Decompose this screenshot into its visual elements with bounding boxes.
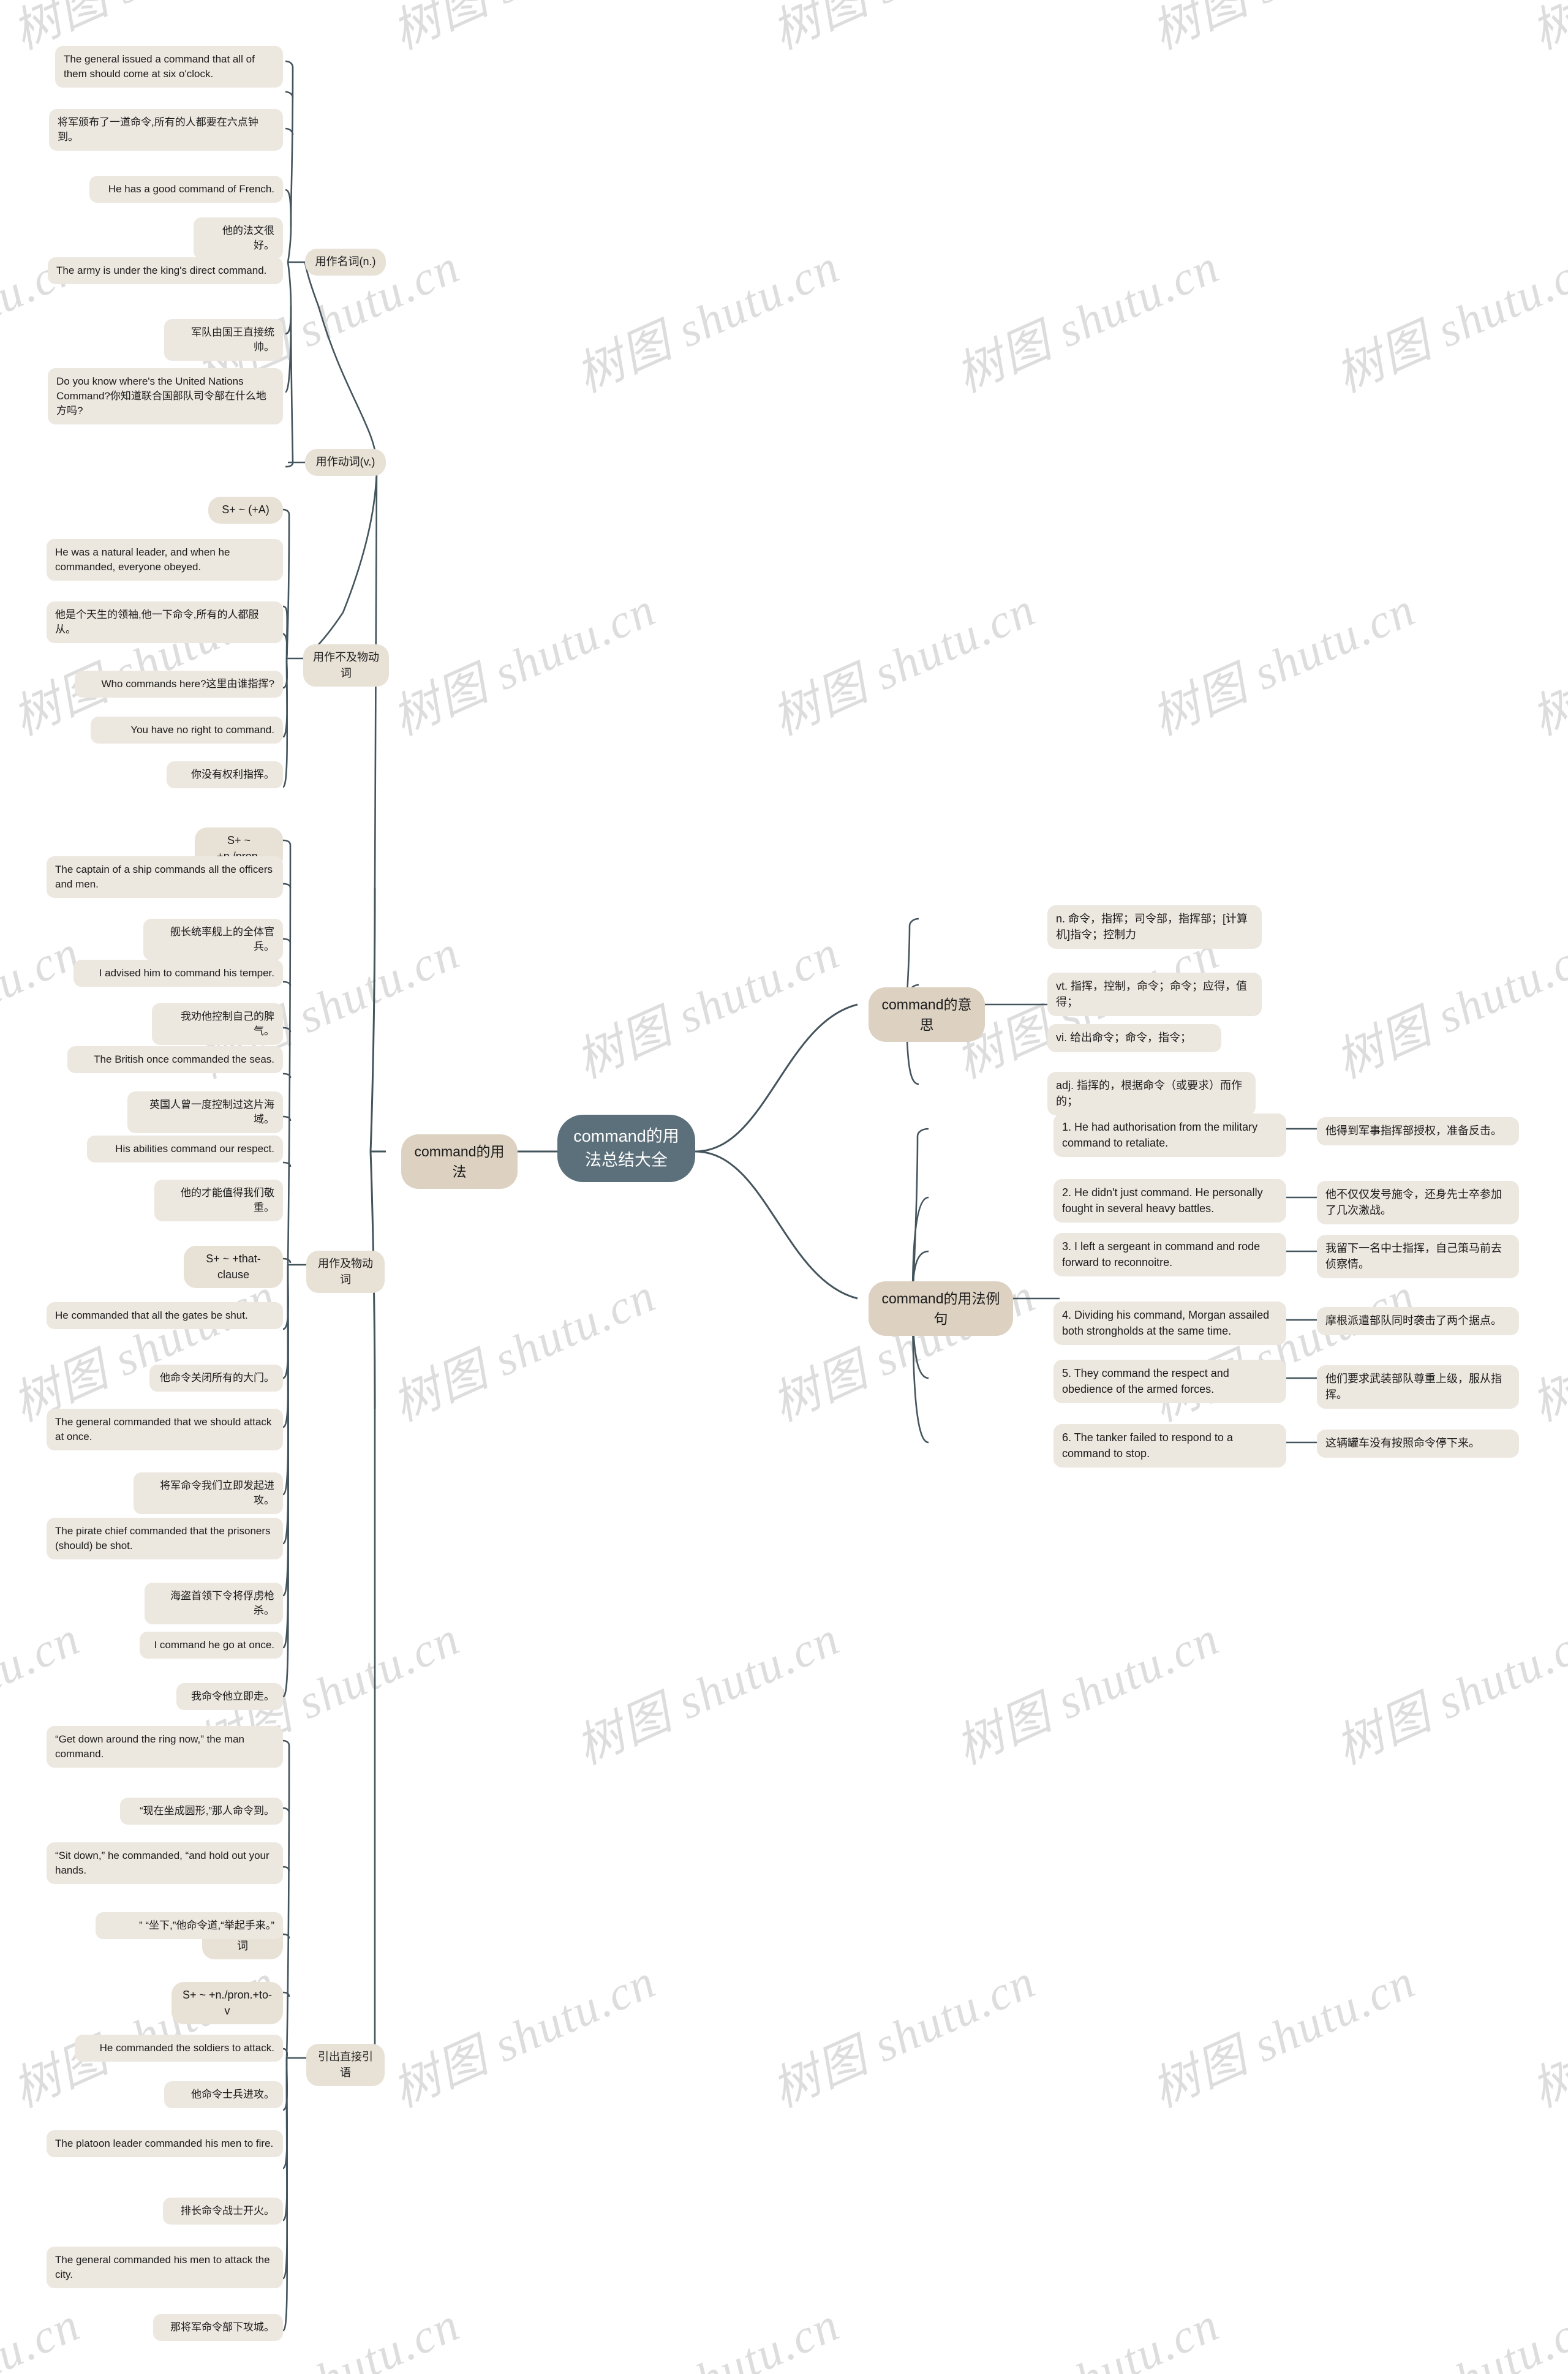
example-zh-2[interactable]: 他不仅仅发号施令，还身先士卒参加了几次激战。 bbox=[1317, 1181, 1519, 1225]
leaf-intrans-en-1[interactable]: He was a natural leader, and when he com… bbox=[47, 539, 283, 581]
leaf-trans-np-zh-2[interactable]: 我劝他控制自己的脾气。 bbox=[152, 1003, 283, 1046]
leaf-quote-en-2[interactable]: “Sit down,” he commanded, “and hold out … bbox=[47, 1842, 283, 1885]
leaf-trans-np-en-2[interactable]: I advised him to command his temper. bbox=[74, 960, 283, 987]
leaf-objcomp-zh-1[interactable]: 他命令士兵进攻。 bbox=[164, 2081, 283, 2109]
example-en-3[interactable]: 3. I left a sergeant in command and rode… bbox=[1054, 1233, 1286, 1277]
mindmap-canvas: 树图 shutu.cn树图 shutu.cn树图 shutu.cn树图 shut… bbox=[0, 0, 1568, 2374]
pattern-s-tilde-a[interactable]: S+ ~ (+A) bbox=[208, 497, 283, 524]
category-verb[interactable]: 用作动词(v.) bbox=[305, 449, 386, 476]
category-intransitive[interactable]: 用作不及物动词 bbox=[303, 644, 389, 687]
leaf-trans-np-zh-1[interactable]: 舰长统率舰上的全体官兵。 bbox=[143, 919, 283, 961]
leaf-quote-zh-2[interactable]: ” “坐下,”他命令道,“举起手来。” bbox=[96, 1912, 283, 1940]
pattern-s-tilde-n-pron-to-v[interactable]: S+ ~ +n./pron.+to-v bbox=[172, 1982, 283, 2025]
leaf-trans-that-zh-3[interactable]: 海盗首领下令将俘虏枪杀。 bbox=[145, 1583, 283, 1625]
leaf-intrans-en-3[interactable]: You have no right to command. bbox=[91, 717, 283, 744]
meaning-vi[interactable]: vi. 给出命令；命令，指令； bbox=[1047, 1024, 1221, 1052]
leaf-objcomp-zh-3[interactable]: 那将军命令部下攻城。 bbox=[153, 2314, 283, 2342]
leaf-noun-zh-1[interactable]: 将军颁布了一道命令,所有的人都要在六点钟到。 bbox=[49, 109, 283, 151]
leaf-noun-en-3[interactable]: The army is under the king's direct comm… bbox=[48, 257, 283, 285]
example-zh-1[interactable]: 他得到军事指挥部授权，准备反击。 bbox=[1317, 1117, 1519, 1145]
example-en-5[interactable]: 5. They command the respect and obedienc… bbox=[1054, 1360, 1286, 1404]
example-en-1[interactable]: 1. He had authorisation from the militar… bbox=[1054, 1114, 1286, 1158]
leaf-trans-np-zh-4[interactable]: 他的才能值得我们敬重。 bbox=[154, 1180, 283, 1222]
leaf-noun-zh-3[interactable]: 军队由国王直接统帅。 bbox=[164, 319, 283, 361]
example-en-2[interactable]: 2. He didn't just command. He personally… bbox=[1054, 1179, 1286, 1223]
branch-meaning[interactable]: command的意思 bbox=[869, 987, 985, 1042]
leaf-objcomp-zh-2[interactable]: 排长命令战士开火。 bbox=[163, 2198, 283, 2225]
leaf-trans-that-zh-4[interactable]: 我命令他立即走。 bbox=[176, 1683, 283, 1711]
leaf-noun-zh-2[interactable]: 他的法文很好。 bbox=[194, 217, 283, 260]
branch-usage[interactable]: command的用法 bbox=[401, 1134, 518, 1189]
leaf-objcomp-en-3[interactable]: The general commanded his men to attack … bbox=[47, 2247, 283, 2289]
leaf-intrans-en-2[interactable]: Who commands here?这里由谁指挥? bbox=[75, 671, 283, 698]
meaning-adj[interactable]: adj. 指挥的，根据命令（或要求）而作的； bbox=[1047, 1072, 1256, 1116]
leaf-quote-en-1[interactable]: “Get down around the ring now,” the man … bbox=[47, 1726, 283, 1768]
leaf-noun-en-1[interactable]: The general issued a command that all of… bbox=[55, 46, 283, 88]
example-en-6[interactable]: 6. The tanker failed to respond to a com… bbox=[1054, 1424, 1286, 1468]
leaf-trans-that-en-1[interactable]: He commanded that all the gates be shut. bbox=[47, 1302, 283, 1330]
leaf-trans-np-en-4[interactable]: His abilities command our respect. bbox=[87, 1136, 283, 1163]
leaf-intrans-zh-2[interactable]: 你没有权利指挥。 bbox=[167, 761, 283, 789]
pattern-s-tilde-that-clause[interactable]: S+ ~ +that-clause bbox=[184, 1246, 283, 1289]
leaf-noun-en-4[interactable]: Do you know where's the United Nations C… bbox=[48, 368, 283, 425]
example-zh-3[interactable]: 我留下一名中士指挥，自己策马前去侦察情。 bbox=[1317, 1235, 1519, 1279]
leaf-trans-that-zh-1[interactable]: 他命令关闭所有的大门。 bbox=[149, 1365, 283, 1392]
meaning-vt[interactable]: vt. 指挥，控制，命令；命令；应得，值得； bbox=[1047, 973, 1262, 1017]
branch-examples[interactable]: command的用法例句 bbox=[869, 1281, 1013, 1336]
leaf-noun-en-2[interactable]: He has a good command of French. bbox=[89, 176, 283, 203]
category-noun[interactable]: 用作名词(n.) bbox=[305, 249, 386, 276]
category-direct-quote[interactable]: 引出直接引语 bbox=[306, 2044, 385, 2087]
example-zh-4[interactable]: 摩根派遣部队同时袭击了两个据点。 bbox=[1317, 1307, 1519, 1335]
example-zh-5[interactable]: 他们要求武装部队尊重上级，服从指挥。 bbox=[1317, 1365, 1519, 1409]
category-transitive[interactable]: 用作及物动词 bbox=[306, 1251, 385, 1294]
leaf-trans-np-zh-3[interactable]: 英国人曾一度控制过这片海域。 bbox=[127, 1091, 283, 1134]
leaf-trans-that-en-4[interactable]: I command he go at once. bbox=[140, 1632, 283, 1659]
leaf-objcomp-en-1[interactable]: He commanded the soldiers to attack. bbox=[75, 2035, 283, 2062]
leaf-trans-that-en-3[interactable]: The pirate chief commanded that the pris… bbox=[47, 1518, 283, 1560]
leaf-trans-that-en-2[interactable]: The general commanded that we should att… bbox=[47, 1409, 283, 1451]
root-node[interactable]: command的用法总结大全 bbox=[557, 1115, 695, 1183]
leaf-quote-zh-1[interactable]: “现在坐成圆形,”那人命令到。 bbox=[120, 1798, 283, 1825]
leaf-trans-np-en-1[interactable]: The captain of a ship commands all the o… bbox=[47, 856, 283, 899]
leaf-trans-that-zh-2[interactable]: 将军命令我们立即发起进攻。 bbox=[134, 1472, 283, 1515]
leaf-objcomp-en-2[interactable]: The platoon leader commanded his men to … bbox=[47, 2130, 283, 2158]
leaf-intrans-zh-1[interactable]: 他是个天生的领袖,他一下命令,所有的人都服从。 bbox=[47, 601, 283, 644]
leaf-trans-np-en-3[interactable]: The British once commanded the seas. bbox=[67, 1046, 283, 1074]
example-en-4[interactable]: 4. Dividing his command, Morgan assailed… bbox=[1054, 1302, 1286, 1346]
meaning-noun[interactable]: n. 命令，指挥；司令部，指挥部；[计算机]指令；控制力 bbox=[1047, 905, 1262, 949]
example-zh-6[interactable]: 这辆罐车没有按照命令停下来。 bbox=[1317, 1430, 1519, 1458]
